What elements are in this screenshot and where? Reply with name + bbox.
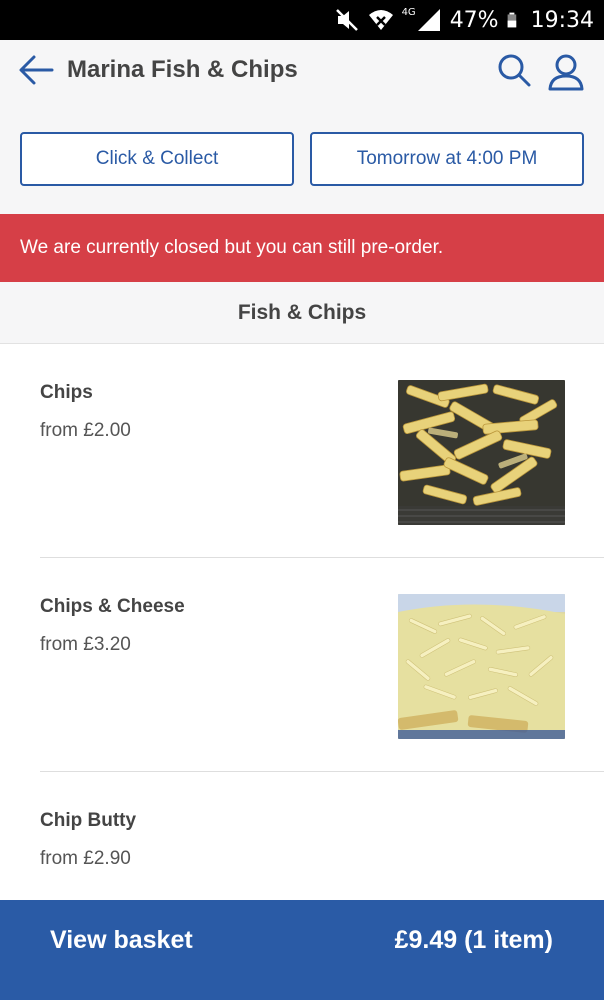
collection-time-button[interactable]: Tomorrow at 4:00 PM: [310, 132, 584, 186]
mute-icon: [335, 9, 358, 31]
wifi-icon: [368, 10, 393, 30]
item-name: Chips & Cheese: [40, 596, 185, 617]
chips-and-cheese-photo: [398, 594, 565, 739]
page-title: Marina Fish & Chips: [67, 56, 298, 83]
item-price: from £3.20: [40, 634, 131, 655]
view-basket-button[interactable]: View basket £9.49 (1 item): [0, 900, 604, 1000]
signal-icon: [417, 9, 440, 31]
closed-banner: We are currently closed but you can stil…: [0, 214, 604, 282]
category-header: Fish & Chips: [0, 282, 604, 344]
account-icon: [548, 54, 584, 91]
app-header: Marina Fish & Chips Click & Collect Tomo…: [0, 40, 604, 214]
battery-percent: 47%: [449, 7, 499, 33]
menu-item-chips-and-cheese[interactable]: Chips & Cheese from £3.20: [0, 558, 604, 772]
menu-item-chip-butty[interactable]: Chip Butty from £2.90: [0, 772, 604, 900]
closed-banner-text: We are currently closed but you can stil…: [20, 237, 444, 258]
basket-total: £9.49 (1 item): [394, 926, 553, 954]
item-name: Chips: [40, 382, 93, 403]
account-button[interactable]: [546, 52, 586, 92]
item-price: from £2.00: [40, 420, 131, 441]
search-icon: [498, 54, 531, 87]
search-button[interactable]: [496, 52, 532, 88]
clock: 19:34: [530, 7, 594, 33]
collection-mode-button[interactable]: Click & Collect: [20, 132, 294, 186]
category-title: Fish & Chips: [237, 300, 367, 324]
status-bar: 4G 47% 19:34: [0, 0, 604, 40]
network-type-label: 4G: [401, 6, 416, 18]
status-bar-indicators: 4G 47% 19:34: [334, 0, 594, 40]
item-name: Chip Butty: [40, 810, 137, 831]
back-button[interactable]: [16, 52, 56, 88]
chips-photo: [398, 380, 565, 525]
item-price: from £2.90: [40, 848, 131, 869]
menu-list: Chips from £2.00 Chips & Cheese from £3.…: [0, 344, 604, 900]
back-arrow-icon: [19, 55, 54, 85]
menu-item-chips[interactable]: Chips from £2.00: [0, 344, 604, 558]
basket-label: View basket: [50, 926, 193, 954]
battery-icon: [507, 12, 516, 28]
